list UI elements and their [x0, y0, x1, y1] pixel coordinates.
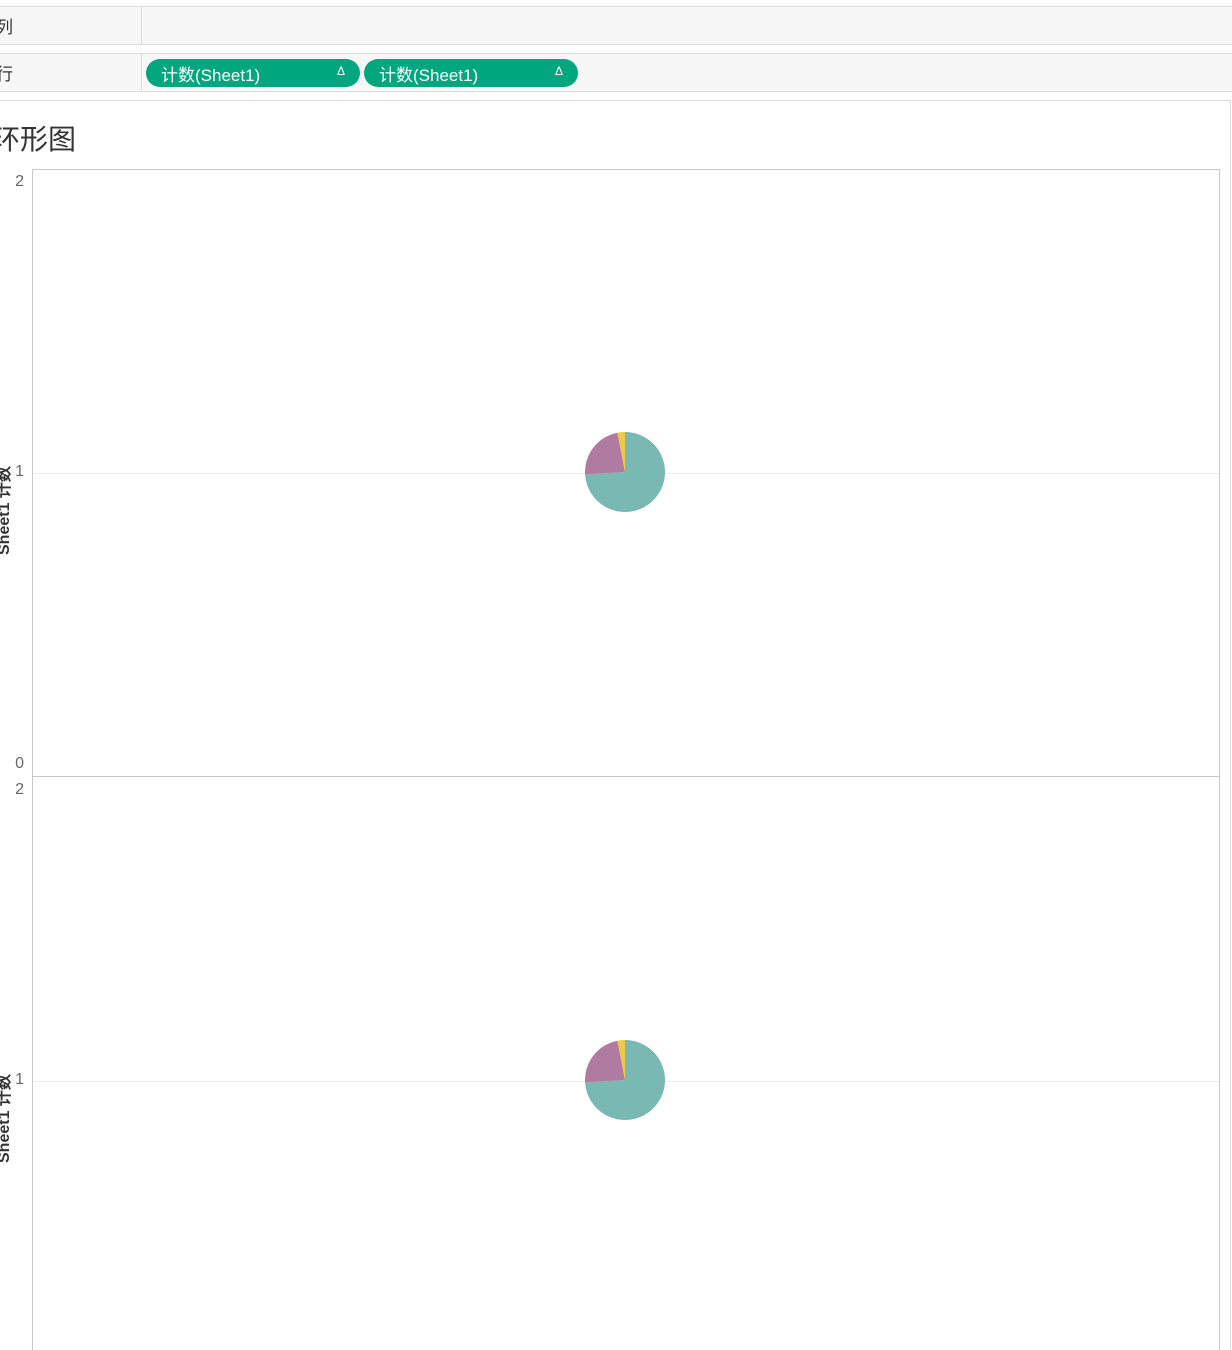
pie-chart-top[interactable] — [585, 432, 665, 512]
delta-icon: Δ — [336, 64, 345, 78]
pill-label: 计数(Sheet1) — [161, 65, 261, 85]
columns-shelf-label-text: 列 — [0, 13, 13, 38]
axis-title-top: Sheet1 计数 — [0, 466, 13, 555]
sheet-title: 环形图 — [0, 124, 77, 155]
pill-label: 计数(Sheet1) — [379, 65, 479, 85]
pie-chart-bottom[interactable] — [585, 1040, 665, 1120]
columns-shelf-label: 列 — [0, 7, 142, 44]
rows-shelf[interactable]: 行 计数(Sheet1) Δ 计数(Sheet1) Δ — [0, 53, 1232, 92]
delta-icon: Δ — [554, 64, 563, 78]
axis-title-bottom: Sheet1 计数 — [0, 1074, 13, 1163]
rows-pill-count-sheet1-1[interactable]: 计数(Sheet1) Δ — [146, 59, 360, 87]
tick-top-0: 0 — [15, 755, 24, 772]
rows-pill-count-sheet1-2[interactable]: 计数(Sheet1) Δ — [364, 59, 578, 87]
rows-shelf-label: 行 — [0, 54, 142, 91]
tick-top-2: 2 — [15, 173, 24, 190]
columns-shelf[interactable]: 列 — [0, 6, 1232, 45]
rows-shelf-label-text: 行 — [0, 60, 13, 85]
tick-bottom-2: 2 — [15, 781, 24, 798]
